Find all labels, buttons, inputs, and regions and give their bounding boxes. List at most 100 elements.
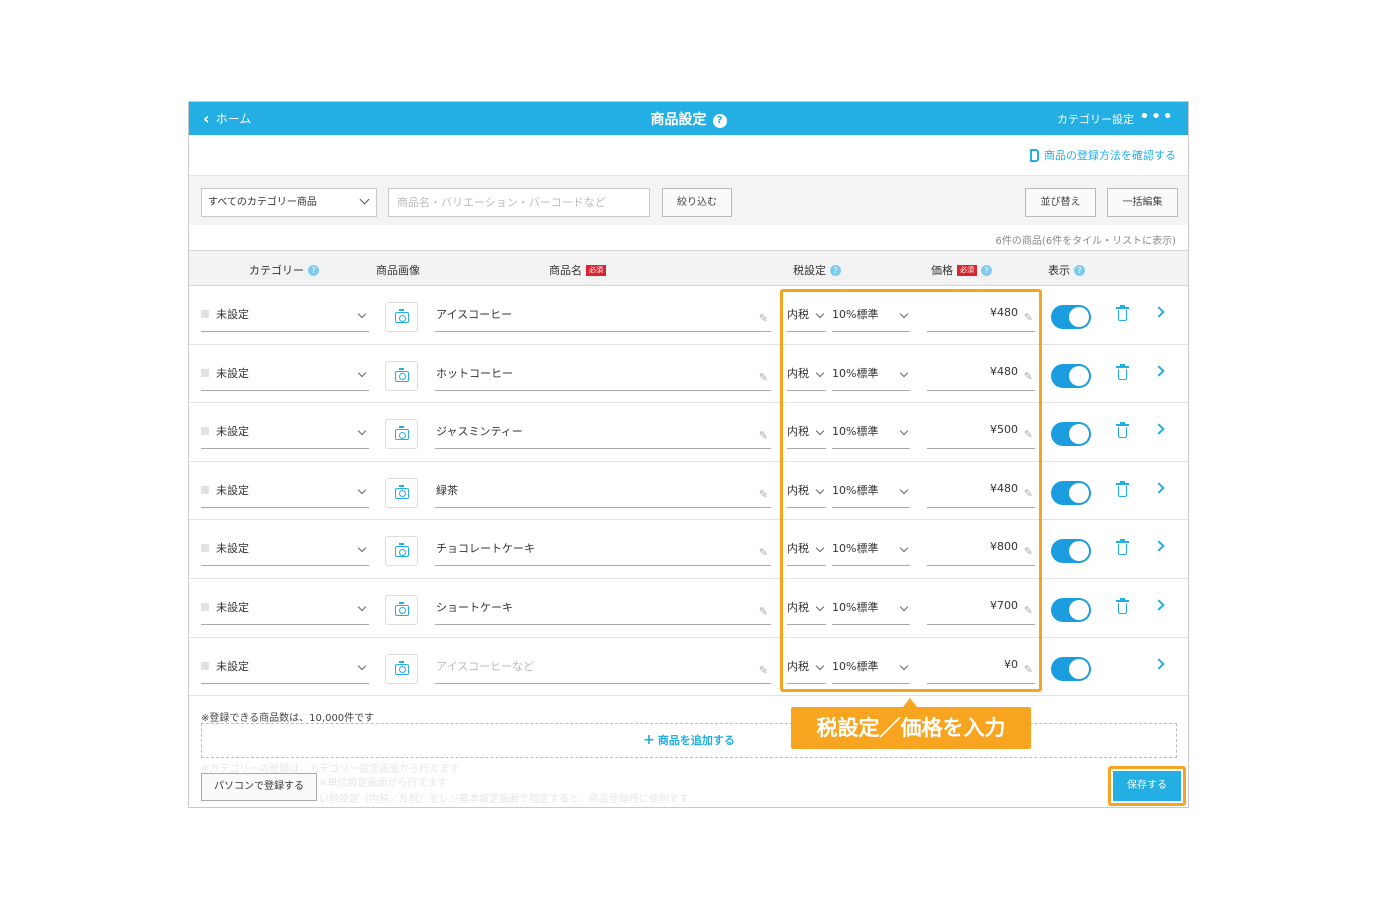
help-icon[interactable]: ? — [830, 264, 841, 276]
visibility-toggle[interactable] — [1051, 539, 1091, 564]
chevron-right-icon[interactable] — [1153, 482, 1165, 494]
bulk-edit-button[interactable]: 一括編集 — [1107, 188, 1178, 217]
category-select[interactable]: 未設定 — [201, 658, 369, 684]
chevron-down-icon — [357, 544, 367, 553]
product-image-button[interactable] — [385, 419, 418, 450]
category-select[interactable]: 未設定 — [201, 482, 369, 508]
product-name-input[interactable]: 緑茶 ✎ — [435, 482, 771, 508]
visibility-toggle[interactable] — [1051, 363, 1091, 388]
chevron-down-icon — [357, 485, 367, 495]
product-name-input[interactable]: ショートケーキ ✎ — [435, 599, 771, 625]
header-image: 商品画像 — [376, 262, 420, 278]
category-color-swatch — [201, 368, 209, 377]
category-color-swatch — [201, 661, 209, 670]
chevron-right-icon[interactable] — [1153, 364, 1165, 377]
visibility-toggle[interactable] — [1051, 305, 1091, 329]
page-title: 商品設定? — [189, 109, 1188, 129]
visibility-toggle[interactable] — [1051, 480, 1091, 505]
tax-price-callout: 税設定／価格を入力 — [791, 698, 1031, 749]
chevron-right-icon[interactable] — [1153, 540, 1165, 553]
category-value: 未設定 — [216, 600, 249, 614]
category-setting-link[interactable]: カテゴリー設定 — [1057, 111, 1134, 127]
help-icon[interactable]: ? — [1074, 264, 1085, 276]
header-price-label: 価格 — [931, 264, 953, 277]
header-price: 価格 必須? — [931, 262, 992, 278]
category-color-swatch — [201, 485, 209, 494]
product-image-button[interactable] — [385, 594, 418, 625]
category-select[interactable]: 未設定 — [201, 540, 369, 567]
product-name-value: ホットコーヒー — [436, 366, 513, 380]
category-color-swatch — [201, 427, 209, 436]
chevron-right-icon[interactable] — [1153, 306, 1165, 318]
product-limit-note: ※登録できる商品数は、10,000件です — [201, 713, 375, 724]
chevron-right-icon[interactable] — [1153, 657, 1165, 670]
camera-icon — [395, 309, 409, 323]
camera-icon — [395, 484, 409, 499]
product-name-input[interactable]: アイスコーヒー ✎ — [435, 306, 771, 332]
chevron-right-icon[interactable] — [1153, 599, 1165, 611]
register-on-pc-button[interactable]: パソコンで登録する — [201, 773, 317, 801]
tax-price-highlight — [780, 289, 1042, 692]
camera-icon — [395, 367, 409, 382]
product-name-input[interactable]: ホットコーヒー ✎ — [435, 365, 771, 391]
category-select[interactable]: 未設定 — [201, 306, 369, 332]
header-visible: 表示? — [1048, 262, 1085, 278]
help-icon[interactable]: ? — [308, 264, 319, 276]
header-image-label: 商品画像 — [376, 264, 420, 277]
save-button[interactable]: 保存する — [1113, 771, 1181, 801]
faint-note-2: ※単位設定画面から行えます — [319, 778, 448, 789]
visibility-toggle[interactable] — [1051, 422, 1091, 447]
pencil-icon: ✎ — [758, 663, 768, 677]
sort-button[interactable]: 並び替え — [1025, 188, 1096, 217]
product-name-input[interactable]: アイスコーヒーなど ✎ — [435, 658, 771, 684]
product-name-value: アイスコーヒー — [436, 308, 513, 321]
header-category: カテゴリー? — [249, 262, 319, 278]
product-image-button[interactable] — [385, 536, 418, 567]
more-menu-icon[interactable]: ••• — [1139, 106, 1174, 127]
chevron-down-icon — [357, 309, 367, 319]
table-header: カテゴリー? 商品画像 商品名 必須 税設定? 価格 必須? 表示? — [189, 250, 1188, 286]
header-name: 商品名 必須 — [549, 262, 606, 278]
pencil-icon: ✎ — [758, 429, 768, 443]
category-value: 未設定 — [216, 366, 249, 380]
faint-note-3: い税設定（内税／外税）をレジ基本設定画面で指定すると、商品登録時に便利です — [319, 794, 689, 805]
chevron-right-icon[interactable] — [1153, 423, 1165, 435]
chevron-down-icon — [357, 368, 367, 377]
category-color-swatch — [201, 602, 209, 611]
product-name-input[interactable]: チョコレートケーキ ✎ — [435, 540, 771, 567]
category-select[interactable]: 未設定 — [201, 365, 369, 391]
product-image-button[interactable] — [385, 360, 418, 391]
camera-icon — [395, 426, 409, 441]
required-badge: 必須 — [957, 264, 977, 276]
chevron-down-icon — [357, 602, 367, 612]
narrow-button[interactable]: 絞り込む — [662, 188, 732, 217]
category-value: 未設定 — [216, 542, 249, 556]
trash-icon[interactable] — [1116, 597, 1129, 615]
book-icon — [1030, 148, 1039, 162]
category-select[interactable]: 未設定 — [201, 599, 369, 625]
trash-icon[interactable] — [1116, 422, 1129, 439]
visibility-toggle[interactable] — [1051, 597, 1091, 622]
trash-icon[interactable] — [1116, 363, 1129, 381]
product-image-button[interactable] — [385, 653, 418, 684]
chevron-down-icon — [359, 194, 370, 205]
camera-icon — [395, 543, 409, 558]
guide-link-label: 商品の登録方法を確認する — [1044, 149, 1176, 162]
product-name-input[interactable]: ジャスミンティー ✎ — [435, 423, 771, 450]
trash-icon[interactable] — [1116, 539, 1129, 556]
visibility-toggle[interactable] — [1051, 656, 1091, 681]
product-image-button[interactable] — [385, 302, 418, 332]
product-name-value: ジャスミンティー — [436, 425, 523, 439]
camera-icon — [395, 601, 409, 616]
category-select[interactable]: 未設定 — [201, 423, 369, 450]
help-icon[interactable]: ? — [981, 264, 992, 276]
trash-icon[interactable] — [1116, 480, 1129, 498]
registration-guide-link[interactable]: 商品の登録方法を確認する — [1030, 147, 1176, 163]
category-color-swatch — [201, 310, 209, 318]
trash-icon[interactable] — [1116, 305, 1129, 322]
search-input[interactable]: 商品名・バリエーション・バーコードなど — [388, 188, 650, 217]
product-name-value: チョコレートケーキ — [436, 542, 535, 556]
help-icon[interactable]: ? — [712, 114, 727, 128]
category-filter-select[interactable]: すべてのカテゴリー商品 — [201, 188, 377, 217]
product-image-button[interactable] — [385, 477, 418, 508]
